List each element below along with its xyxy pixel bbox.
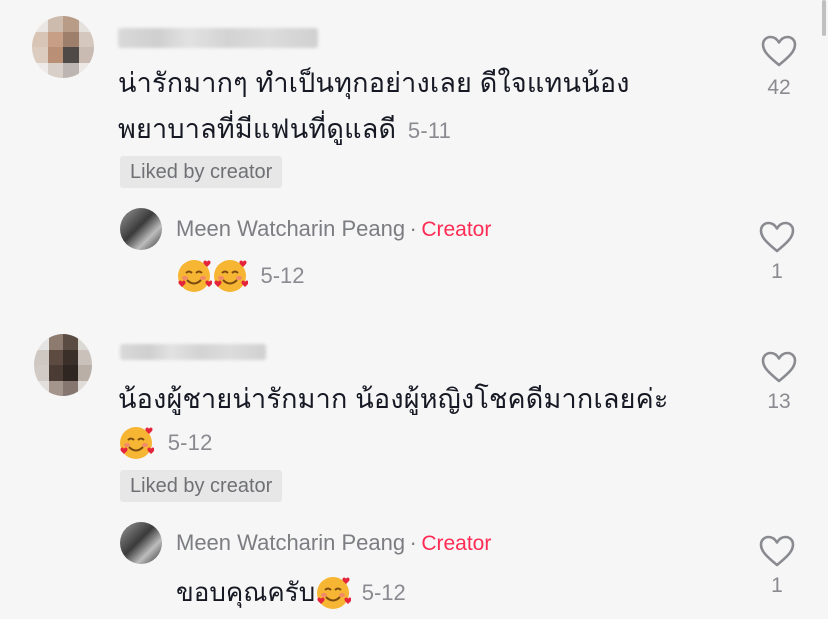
separator-dot: ·	[409, 216, 417, 241]
comment-text-line-2: พยาบาลที่มีแฟนที่ดูแลดี 5-11	[118, 106, 718, 154]
reply-author[interactable]: Meen Watcharin Peang	[176, 216, 405, 241]
creator-tag: Creator	[421, 218, 492, 241]
heart-outline-icon	[761, 35, 797, 67]
comment-date: 5-11	[407, 118, 452, 143]
like-button[interactable]	[760, 350, 798, 384]
reply-like-button[interactable]	[758, 220, 796, 254]
reply-date: 5-12	[260, 263, 305, 288]
comment-date: 5-12	[167, 429, 213, 455]
comment-2: น้องผู้ชายน่ารักมาก น้องผู้หญิงโชคดีมากเ…	[0, 310, 828, 619]
comment-text-line-1: น่ารักมากๆ ทำเป็นทุกอย่างเลย ดีใจแทนน้อง	[118, 68, 630, 98]
reply-text: ขอบคุณครับ	[176, 577, 316, 607]
comment-text: น่ารักมากๆ ทำเป็นทุกอย่างเลย ดีใจแทนน้อง…	[118, 60, 718, 154]
smiling-face-with-hearts-icon	[176, 258, 213, 294]
reply-header: Meen Watcharin Peang · Creator	[176, 216, 491, 242]
heart-outline-icon	[761, 351, 797, 383]
smiling-face-with-hearts-icon	[118, 425, 155, 461]
comment-text: น้องผู้ชายน่ารักมาก น้องผู้หญิงโชคดีมากเ…	[118, 376, 738, 466]
reply-body: 5-12	[176, 258, 305, 294]
reply-like-count: 1	[771, 574, 783, 597]
creator-tag: Creator	[421, 532, 492, 555]
reply-header: Meen Watcharin Peang · Creator	[176, 530, 491, 556]
liked-by-creator-badge: Liked by creator	[120, 156, 283, 188]
liked-by-creator-badge: Liked by creator	[120, 470, 283, 502]
reply-like-button[interactable]	[758, 534, 796, 568]
heart-outline-icon	[759, 221, 795, 253]
comment-text-line-2-content: พยาบาลที่มีแฟนที่ดูแลดี	[118, 114, 397, 144]
smiling-face-with-hearts-icon	[212, 258, 249, 294]
reply-body: ขอบคุณครับ 5-12	[176, 572, 406, 613]
like-count: 42	[767, 76, 791, 99]
commenter-avatar[interactable]	[34, 334, 92, 396]
comment-text-line-2: 5-12	[118, 418, 738, 466]
reply-like-count: 1	[771, 260, 783, 283]
reply-date: 5-12	[361, 579, 406, 605]
reply-author[interactable]: Meen Watcharin Peang	[176, 530, 405, 555]
like-button[interactable]	[760, 34, 798, 68]
like-count: 13	[767, 390, 791, 413]
commenter-username[interactable]	[118, 28, 318, 48]
commenter-avatar[interactable]	[32, 16, 94, 78]
comment-1: น่ารักมากๆ ทำเป็นทุกอย่างเลย ดีใจแทนน้อง…	[0, 0, 828, 310]
smiling-face-with-hearts-icon	[315, 575, 352, 611]
creator-avatar[interactable]	[120, 522, 162, 564]
creator-avatar[interactable]	[120, 208, 162, 250]
comment-text-line-1: น้องผู้ชายน่ารักมาก น้องผู้หญิงโชคดีมากเ…	[118, 384, 669, 414]
commenter-username[interactable]	[120, 344, 266, 360]
heart-outline-icon	[759, 535, 795, 567]
separator-dot: ·	[409, 530, 417, 555]
